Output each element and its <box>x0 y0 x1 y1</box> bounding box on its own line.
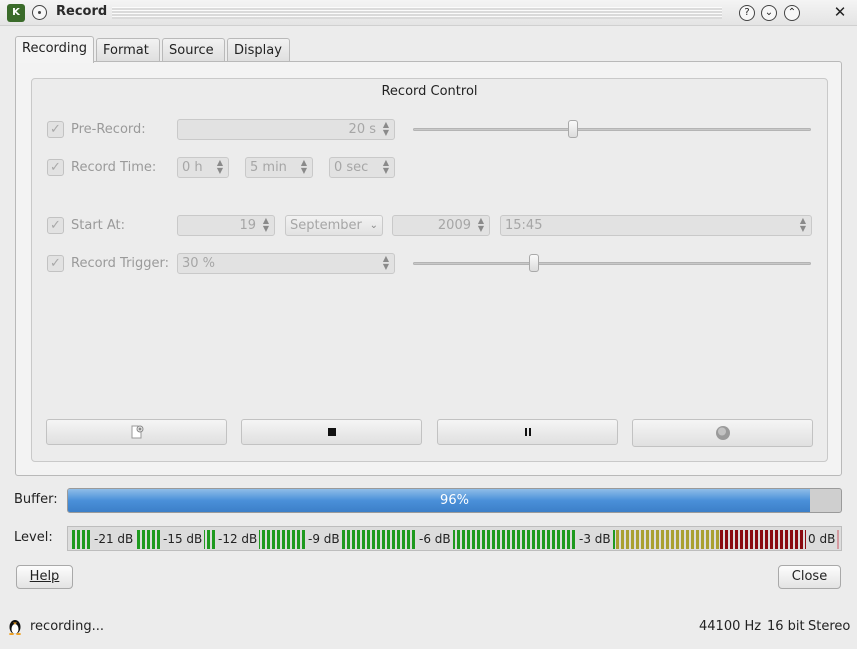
minimize-icon[interactable]: ⌄ <box>761 5 777 21</box>
level-tick-label: -15 dB <box>161 530 205 549</box>
level-tick-label: 0 dB <box>806 530 838 549</box>
help-icon[interactable]: ? <box>739 5 755 21</box>
help-button[interactable]: Help <box>16 565 73 589</box>
new-file-icon <box>131 425 143 439</box>
tux-icon <box>9 620 21 635</box>
buffer-label: Buffer: <box>14 492 58 507</box>
record-time-label: Record Time: <box>71 160 157 175</box>
start-month-combo[interactable]: September ⌄ <box>285 215 383 236</box>
help-button-label: Help <box>29 569 60 584</box>
spin-arrows-icon[interactable]: ▲ ▼ <box>798 217 808 233</box>
stop-icon <box>327 428 336 436</box>
pre-record-slider-track[interactable] <box>413 128 811 131</box>
title-decoration <box>112 7 722 19</box>
record-control-title: Record Control <box>381 84 478 99</box>
start-year-value: 2009 <box>437 218 471 233</box>
tab-recording-label: Recording <box>22 41 88 56</box>
pre-record-slider-handle[interactable] <box>568 120 579 138</box>
record-control-group: Record Control ✓ Pre-Record: 20 s ▲ ▼ ✓ R… <box>31 78 828 462</box>
level-tick-label: -6 dB <box>417 530 453 549</box>
level-label: Level: <box>14 530 53 545</box>
record-trigger-slider-track[interactable] <box>413 262 811 265</box>
record-time-minutes-spinbox[interactable]: 5 min ▲ ▼ <box>245 157 313 178</box>
status-bits: 16 bit <box>767 619 805 634</box>
level-meter: -21 dB -15 dB -12 dB -9 dB -6 dB -3 dB 0… <box>67 526 842 551</box>
tab-recording[interactable]: Recording <box>15 36 94 63</box>
spin-arrows-icon[interactable]: ▲ ▼ <box>381 121 391 137</box>
tab-source[interactable]: Source <box>162 38 225 62</box>
pre-record-label: Pre-Record: <box>71 122 146 137</box>
start-day-spinbox[interactable]: 19 ▲ ▼ <box>177 215 275 236</box>
buffer-percent-text: 96% <box>440 493 469 508</box>
record-trigger-spinbox[interactable]: 30 % ▲ ▼ <box>177 253 395 274</box>
tab-display-label: Display <box>234 43 282 58</box>
start-at-checkbox[interactable]: ✓ <box>47 217 64 234</box>
pause-icon <box>524 428 531 436</box>
status-sample-rate: 44100 Hz <box>699 619 762 634</box>
tab-format-label: Format <box>103 43 149 58</box>
record-time-minutes-value: 5 min <box>250 160 287 175</box>
start-day-value: 19 <box>239 218 256 233</box>
maximize-icon[interactable]: ⌃ <box>784 5 800 21</box>
status-text: recording... <box>30 619 105 634</box>
record-trigger-slider-handle[interactable] <box>529 254 540 272</box>
close-button-label: Close <box>791 569 828 584</box>
pre-record-value: 20 s <box>348 122 376 137</box>
record-time-seconds-value: 0 sec <box>334 160 369 175</box>
buffer-progress-bar: 96% <box>67 488 842 513</box>
close-button[interactable]: Close <box>778 565 841 589</box>
status-channels: Stereo <box>808 619 851 634</box>
record-time-seconds-spinbox[interactable]: 0 sec ▲ ▼ <box>329 157 395 178</box>
record-trigger-label: Record Trigger: <box>71 256 170 271</box>
stop-button[interactable] <box>241 419 422 445</box>
level-tick-label: -12 dB <box>216 530 260 549</box>
level-tick-label: -3 dB <box>577 530 613 549</box>
record-button[interactable] <box>632 419 813 447</box>
spin-arrows-icon[interactable]: ▲ ▼ <box>381 255 391 271</box>
start-time-value: 15:45 <box>505 218 543 233</box>
level-meter-green-segment <box>72 530 619 549</box>
start-time-spinbox[interactable]: 15:45 ▲ ▼ <box>500 215 812 236</box>
window-title: Record <box>56 4 108 19</box>
pause-button[interactable] <box>437 419 618 445</box>
record-trigger-value: 30 % <box>182 256 216 271</box>
level-meter-red-segment <box>720 530 806 549</box>
spin-arrows-icon[interactable]: ▲ ▼ <box>381 159 391 175</box>
spin-arrows-icon[interactable]: ▲ ▼ <box>476 217 486 233</box>
level-tick-label: -21 dB <box>92 530 136 549</box>
level-meter-yellow-segment <box>616 530 720 549</box>
start-at-label: Start At: <box>71 218 126 233</box>
recording-panel: Record Control ✓ Pre-Record: 20 s ▲ ▼ ✓ R… <box>15 61 842 476</box>
record-time-hours-spinbox[interactable]: 0 h ▲ ▼ <box>177 157 229 178</box>
start-year-spinbox[interactable]: 2009 ▲ ▼ <box>392 215 490 236</box>
tab-format[interactable]: Format <box>96 38 160 62</box>
spin-arrows-icon[interactable]: ▲ ▼ <box>299 159 309 175</box>
chevron-down-icon: ⌄ <box>369 220 378 231</box>
kwave-icon[interactable]: K <box>7 4 25 22</box>
spin-arrows-icon[interactable]: ▲ ▼ <box>215 159 225 175</box>
record-icon <box>715 426 730 440</box>
tab-source-label: Source <box>169 43 214 58</box>
close-window-icon[interactable]: ✕ <box>832 5 848 21</box>
spin-arrows-icon[interactable]: ▲ ▼ <box>261 217 271 233</box>
title-bar: K Record ? ⌄ ⌃ ✕ <box>0 0 857 26</box>
window-menu-icon[interactable] <box>32 5 47 20</box>
level-tick-label: -9 dB <box>306 530 342 549</box>
record-trigger-checkbox[interactable]: ✓ <box>47 255 64 272</box>
record-time-hours-value: 0 h <box>182 160 203 175</box>
start-month-value: September <box>290 218 362 233</box>
new-button[interactable] <box>46 419 227 445</box>
pre-record-checkbox[interactable]: ✓ <box>47 121 64 138</box>
record-time-checkbox[interactable]: ✓ <box>47 159 64 176</box>
pre-record-spinbox[interactable]: 20 s ▲ ▼ <box>177 119 395 140</box>
tab-display[interactable]: Display <box>227 38 290 62</box>
